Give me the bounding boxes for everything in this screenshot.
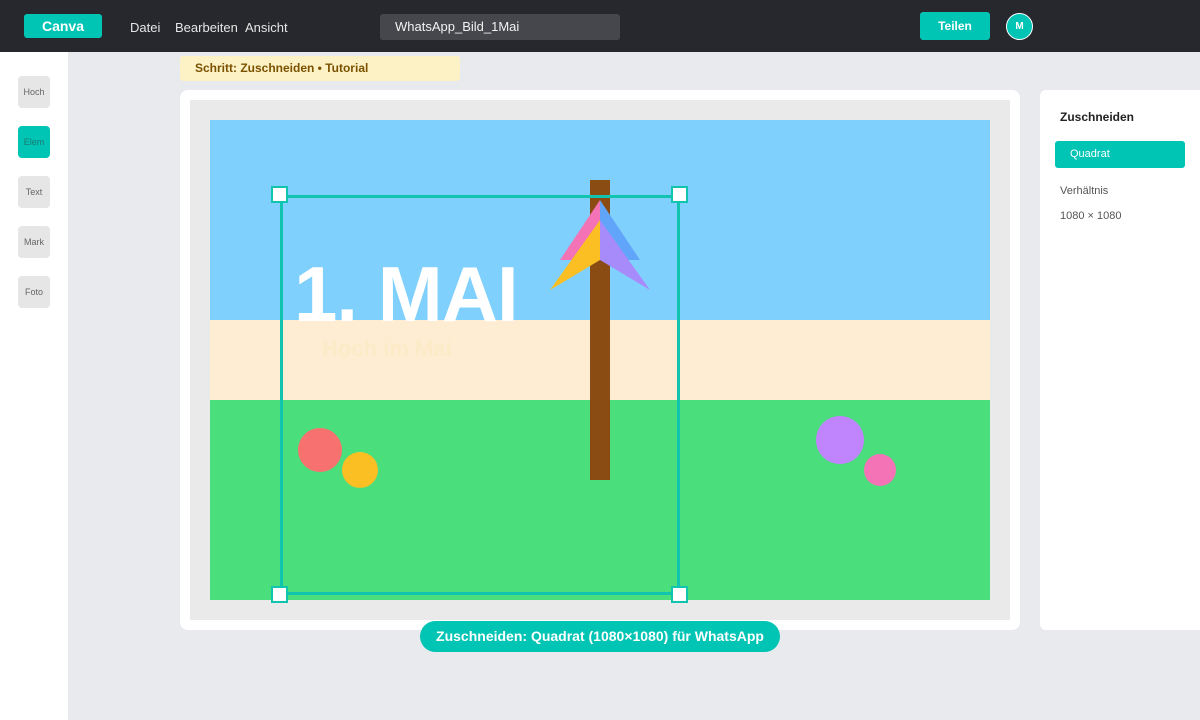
ratio-label: Verhältnis	[1060, 185, 1109, 197]
sidebar-item-marke[interactable]: Mark	[18, 226, 50, 258]
crop-panel: Zuschneiden Quadrat Verhältnis 1080 × 10…	[1040, 90, 1200, 630]
left-sidebar: Hoch Elem Text Mark Foto	[0, 52, 68, 720]
sidebar-item-elemente[interactable]: Elem	[18, 126, 50, 158]
share-button[interactable]: Teilen	[920, 12, 990, 40]
menu-bearbeiten[interactable]: Bearbeiten	[175, 20, 238, 35]
avatar[interactable]: M	[1006, 13, 1033, 40]
crop-caption: Zuschneiden: Quadrat (1080×1080) für Wha…	[420, 621, 780, 652]
top-bar: Canva Datei Bearbeiten Ansicht WhatsApp_…	[0, 0, 1200, 52]
crop-handle-top-right[interactable]	[671, 186, 688, 203]
crop-handle-top-left[interactable]	[271, 186, 288, 203]
menu-ansicht[interactable]: Ansicht	[245, 20, 288, 35]
crop-frame[interactable]	[280, 195, 680, 595]
sidebar-item-hoch[interactable]: Hoch	[18, 76, 50, 108]
crop-handle-bottom-right[interactable]	[671, 586, 688, 603]
dimensions-value: 1080 × 1080	[1060, 210, 1122, 222]
ball-purple	[816, 416, 864, 464]
crop-handle-bottom-left[interactable]	[271, 586, 288, 603]
crop-option-square[interactable]: Quadrat	[1055, 141, 1185, 168]
tutorial-step-banner: Schritt: Zuschneiden • Tutorial	[180, 56, 460, 81]
document-title-field[interactable]: WhatsApp_Bild_1Mai	[380, 14, 620, 40]
sidebar-item-text[interactable]: Text	[18, 176, 50, 208]
sidebar-item-fotos[interactable]: Foto	[18, 276, 50, 308]
panel-title: Zuschneiden	[1060, 110, 1135, 124]
menu-datei[interactable]: Datei	[130, 20, 160, 35]
canva-logo[interactable]: Canva	[24, 14, 102, 38]
ball-pink	[864, 454, 896, 486]
